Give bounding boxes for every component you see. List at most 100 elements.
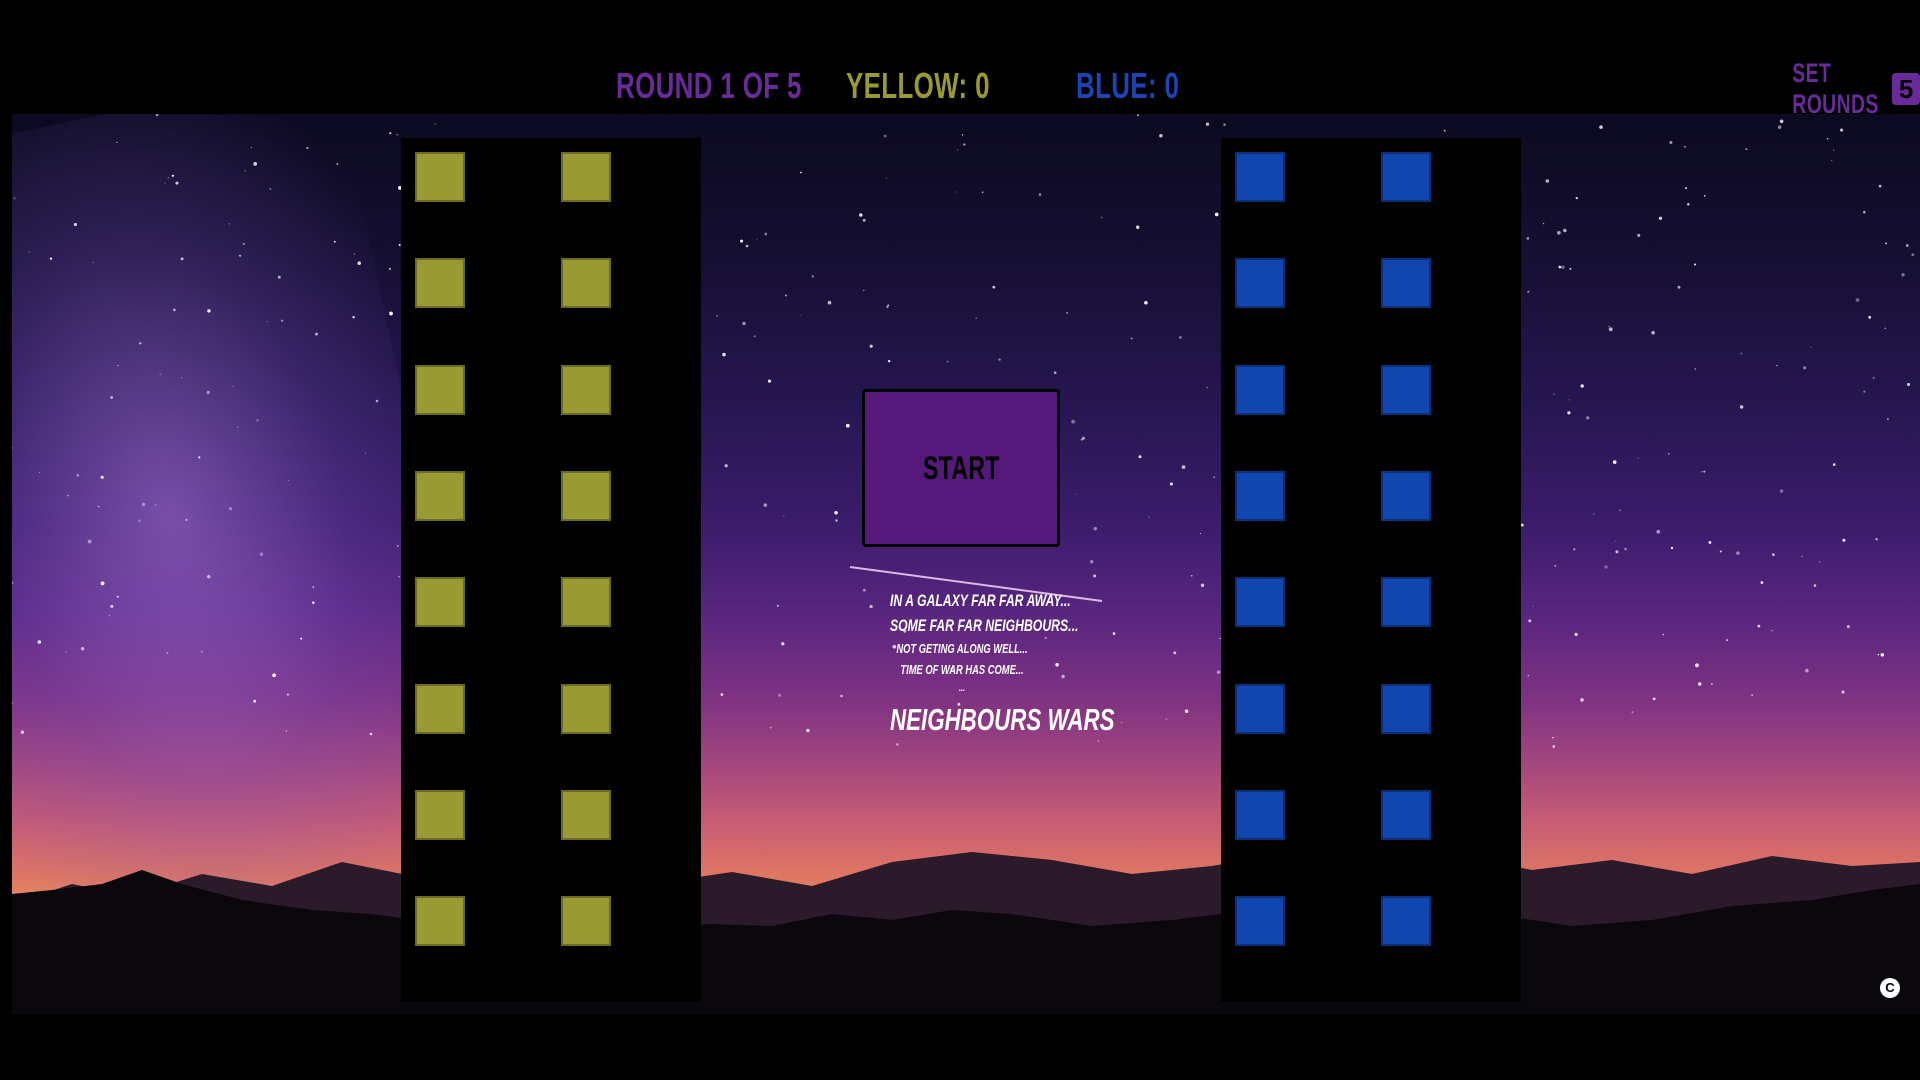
yellow-cell[interactable] [561, 896, 611, 946]
star [1772, 553, 1775, 556]
star [1670, 546, 1674, 550]
yellow-cell[interactable] [415, 258, 465, 308]
yellow-cell[interactable] [561, 684, 611, 734]
star [1573, 548, 1576, 551]
star [1884, 327, 1887, 330]
star [1527, 290, 1530, 293]
star [1619, 509, 1621, 511]
star [1532, 605, 1534, 607]
yellow-cell[interactable] [561, 152, 611, 202]
star [956, 149, 958, 151]
blue-cell[interactable] [1235, 684, 1285, 734]
star [963, 143, 966, 146]
yellow-cell[interactable] [561, 365, 611, 415]
star [1652, 697, 1656, 701]
blue-cell[interactable] [1381, 577, 1431, 627]
set-rounds-label: Set Rounds [1792, 58, 1879, 119]
star [1739, 405, 1744, 409]
star [1612, 460, 1617, 464]
star [1181, 465, 1186, 469]
star [396, 545, 399, 547]
start-label: Start [922, 449, 1000, 486]
star [13, 197, 16, 200]
star [1826, 138, 1829, 140]
star [1599, 125, 1603, 129]
yellow-cell[interactable] [561, 258, 611, 308]
yellow-cell[interactable] [415, 790, 465, 840]
blue-cell[interactable] [1235, 365, 1285, 415]
star [1097, 740, 1099, 742]
star [12, 581, 14, 584]
header-bar: Round 1 of 5 Yellow: 0 Blue: 0 Set Round… [0, 0, 1920, 119]
star [1615, 540, 1617, 542]
blue-cell[interactable] [1235, 471, 1285, 521]
star [1608, 327, 1613, 332]
star [1545, 179, 1550, 183]
start-button[interactable]: Start [862, 389, 1060, 547]
star [1199, 532, 1201, 535]
star [783, 515, 785, 517]
star [242, 242, 245, 246]
yellow-cell[interactable] [561, 577, 611, 627]
yellow-cell[interactable] [415, 896, 465, 946]
star [1093, 574, 1097, 578]
yellow-cell[interactable] [415, 577, 465, 627]
star [1757, 624, 1761, 628]
star [777, 693, 782, 697]
blue-cell[interactable] [1381, 471, 1431, 521]
blue-cell[interactable] [1381, 790, 1431, 840]
star [1563, 228, 1567, 233]
star [232, 385, 234, 388]
blue-cell[interactable] [1235, 577, 1285, 627]
star [992, 285, 996, 289]
star [1846, 625, 1850, 629]
star [756, 238, 758, 240]
star [1593, 513, 1595, 515]
star [206, 390, 210, 394]
star [753, 335, 756, 338]
star [1558, 265, 1562, 269]
yellow-cell[interactable] [415, 365, 465, 415]
star [1191, 575, 1193, 577]
star [175, 181, 179, 185]
stars-layer [12, 114, 1920, 1014]
star [1651, 330, 1655, 335]
copyright-icon[interactable]: C [1880, 978, 1900, 998]
star [28, 251, 30, 253]
star [185, 518, 188, 521]
blue-cell[interactable] [1235, 152, 1285, 202]
set-rounds-control: Set Rounds 5 [1748, 58, 1920, 119]
yellow-cell[interactable] [561, 790, 611, 840]
blue-cell[interactable] [1235, 896, 1285, 946]
star [1810, 346, 1812, 348]
blue-cell[interactable] [1381, 258, 1431, 308]
blue-cell[interactable] [1381, 684, 1431, 734]
yellow-cell[interactable] [561, 471, 611, 521]
star [1093, 526, 1098, 531]
star [764, 232, 768, 236]
blue-cell[interactable] [1381, 152, 1431, 202]
star [1561, 265, 1565, 270]
star [1216, 670, 1221, 674]
blue-cell[interactable] [1235, 258, 1285, 308]
star [20, 730, 25, 734]
game-title: Neighbours Wars [890, 702, 1115, 737]
star [1685, 187, 1687, 190]
blue-cell[interactable] [1381, 896, 1431, 946]
star [1842, 538, 1846, 542]
star [767, 379, 772, 383]
blue-cell[interactable] [1235, 790, 1285, 840]
star [1066, 312, 1068, 314]
star [73, 222, 77, 227]
star [1880, 653, 1885, 657]
yellow-cell[interactable] [415, 152, 465, 202]
blue-cell[interactable] [1381, 365, 1431, 415]
star [1677, 285, 1681, 289]
star [286, 693, 289, 696]
yellow-cell[interactable] [415, 684, 465, 734]
star [1552, 745, 1556, 748]
yellow-cell[interactable] [415, 471, 465, 521]
star [1615, 550, 1619, 554]
star [1520, 523, 1524, 527]
star [92, 261, 94, 264]
